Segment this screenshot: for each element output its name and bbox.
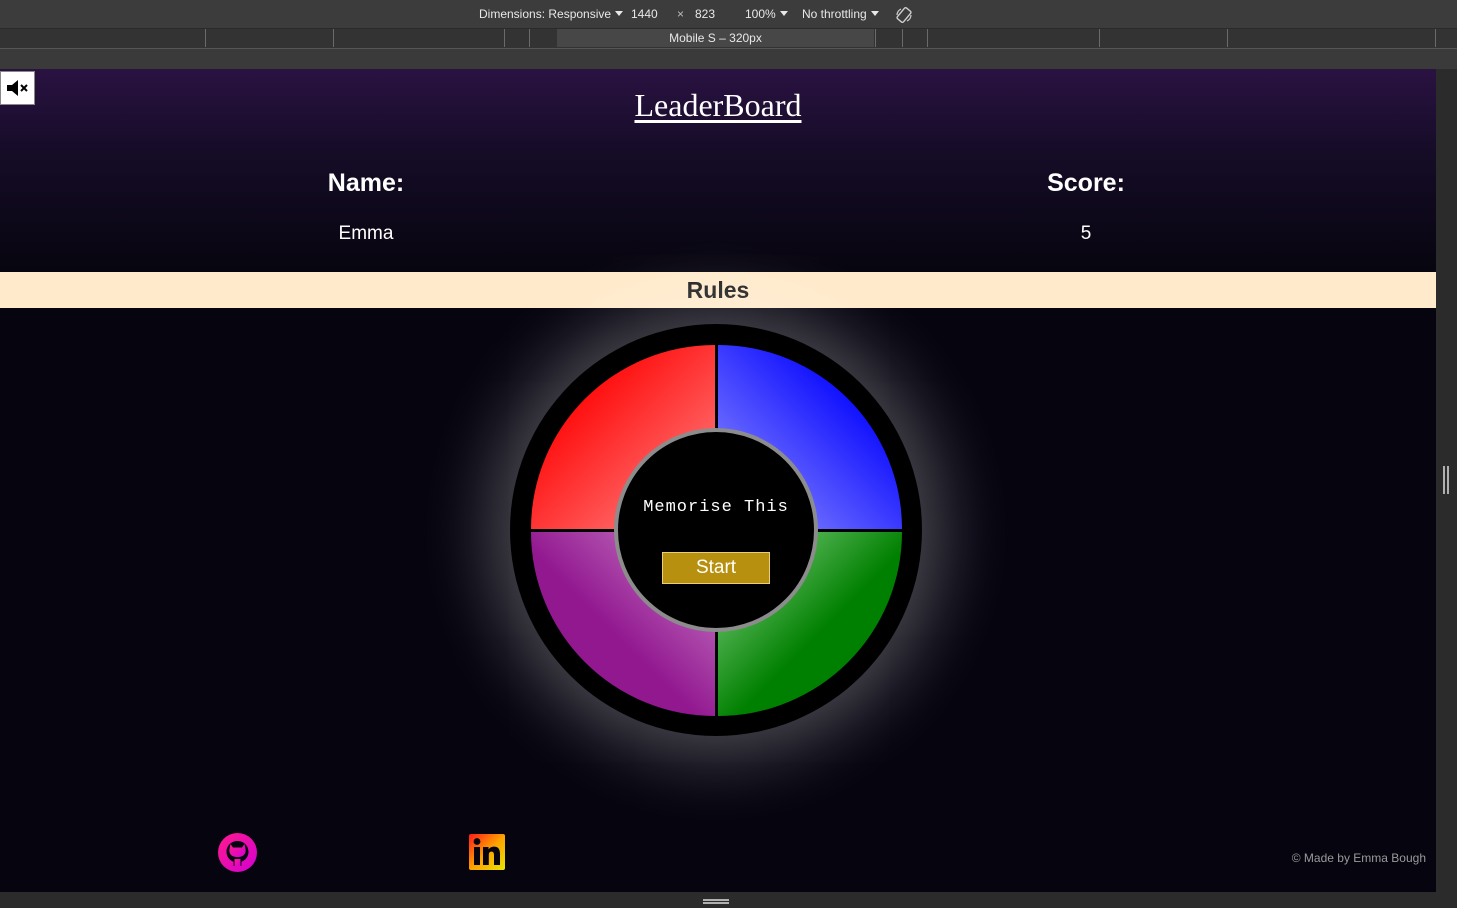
score-header: Score:	[1047, 169, 1125, 197]
github-icon	[218, 833, 257, 872]
leaderboard-section: LeaderBoard Name: Score: Emma 5	[0, 69, 1436, 272]
height-input[interactable]: 823	[695, 7, 715, 21]
throttling-dropdown[interactable]: No throttling	[802, 7, 879, 21]
dimensions-dropdown[interactable]: Dimensions: Responsive	[479, 7, 624, 21]
media-query-segment[interactable]	[875, 29, 876, 47]
ruler-bar	[0, 49, 1457, 69]
media-query-segment[interactable]	[1435, 29, 1436, 47]
linkedin-link[interactable]	[469, 834, 505, 870]
leaderboard-title[interactable]: LeaderBoard	[0, 87, 1436, 124]
chevron-down-icon	[870, 11, 879, 16]
speaker-muted-icon	[6, 80, 28, 96]
center-panel: Memorise This Start	[614, 428, 818, 632]
mute-button[interactable]	[0, 71, 35, 105]
media-query-segment[interactable]	[1099, 29, 1100, 47]
linkedin-icon	[469, 834, 505, 870]
leaderboard-name: Emma	[338, 223, 394, 244]
media-query-segment[interactable]	[1227, 29, 1228, 47]
times-sign: ×	[677, 7, 685, 21]
media-query-segment[interactable]	[504, 29, 505, 47]
name-header: Name:	[327, 169, 405, 197]
throttling-label: No throttling	[802, 7, 867, 21]
width-input[interactable]: 1440	[631, 7, 658, 21]
game-status-text: Memorise This	[643, 498, 789, 517]
right-resize-handle[interactable]	[1443, 466, 1449, 494]
copyright-text: © Made by Emma Bough	[1291, 851, 1426, 865]
chevron-down-icon	[779, 11, 788, 16]
bottom-resize-handle[interactable]	[703, 899, 729, 904]
media-query-segment[interactable]	[927, 29, 928, 47]
zoom-label: 100%	[745, 7, 776, 21]
media-query-segment[interactable]	[529, 29, 530, 47]
rotate-icon[interactable]	[895, 6, 913, 24]
rules-label: Rules	[686, 276, 750, 303]
chevron-down-icon	[615, 11, 624, 16]
media-query-bar: Mobile S – 320px	[0, 29, 1457, 49]
media-query-segment[interactable]	[333, 29, 334, 47]
leaderboard-score: 5	[1080, 223, 1092, 244]
start-button[interactable]: Start	[662, 552, 770, 584]
zoom-dropdown[interactable]: 100%	[745, 7, 788, 21]
rules-button[interactable]: Rules	[0, 272, 1436, 308]
start-label: Start	[695, 557, 737, 578]
media-query-segment[interactable]	[205, 29, 206, 47]
github-link[interactable]	[218, 833, 257, 872]
page-viewport: LeaderBoard Name: Score: Emma 5 Rules Me…	[0, 69, 1436, 892]
devtools-device-toolbar: Dimensions: Responsive 1440 × 823 100% N…	[0, 0, 1457, 29]
simon-game-board: Memorise This Start	[510, 324, 922, 736]
dimensions-label: Dimensions: Responsive	[479, 7, 612, 21]
media-query-segment[interactable]	[902, 29, 903, 47]
device-preset-label[interactable]: Mobile S – 320px	[557, 29, 874, 47]
